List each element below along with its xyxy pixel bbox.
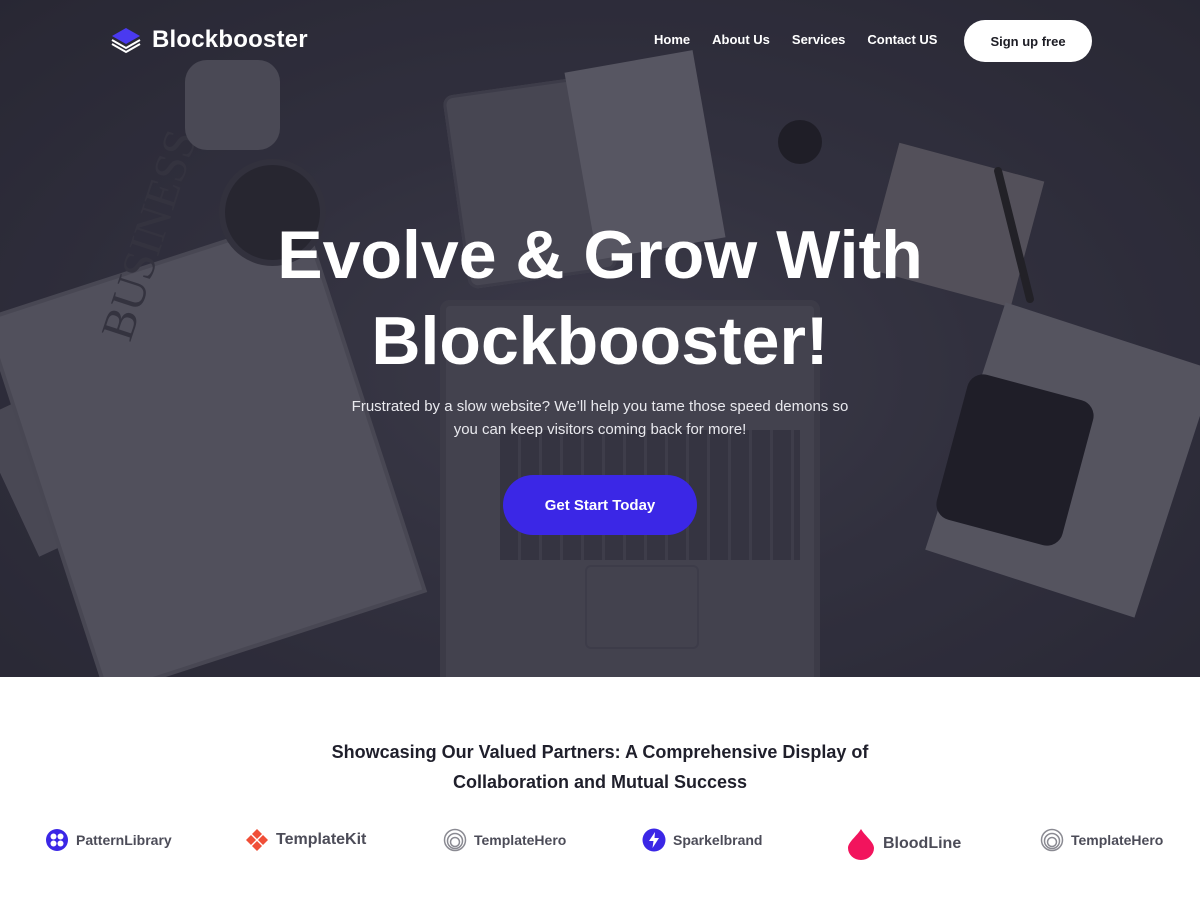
- hero-title: Evolve & Grow With Blockbooster!: [0, 212, 1200, 384]
- brand-logo[interactable]: Blockbooster: [110, 24, 308, 56]
- get-started-button[interactable]: Get Start Today: [503, 475, 697, 535]
- sparkel-bolt-icon: [642, 828, 666, 852]
- hero-title-line-1: Evolve & Grow With: [277, 217, 923, 293]
- template-kit-icon: [246, 829, 268, 851]
- hero-subtitle-line-2: you can keep visitors coming back for mo…: [453, 421, 747, 438]
- stacked-layers-logo-icon: [111, 28, 141, 54]
- partner-name: BloodLine: [883, 835, 962, 852]
- hero-subtitle: Frustrated by a slow website? We’ll help…: [300, 395, 900, 441]
- partner-name: TemplateKit: [276, 831, 367, 848]
- partner-logo-bloodline[interactable]: BloodLine: [846, 828, 961, 860]
- partners-heading: Showcasing Our Valued Partners: A Compre…: [300, 737, 900, 797]
- partner-name: TemplateHero: [474, 832, 567, 848]
- partner-logo-templatekit[interactable]: TemplateKit: [245, 828, 366, 852]
- blood-drop-icon: [848, 829, 874, 860]
- partner-name: Sparkelbrand: [673, 832, 763, 848]
- signup-button[interactable]: Sign up free: [964, 20, 1092, 62]
- partners-heading-line-2: Collaboration and Mutual Success: [452, 772, 748, 792]
- brand-name: Blockbooster: [152, 26, 308, 53]
- partner-name: TemplateHero: [1071, 832, 1164, 848]
- partner-logo-templatehero-2[interactable]: TemplateHero: [1040, 828, 1163, 852]
- partners-heading-line-1: Showcasing Our Valued Partners: A Compre…: [331, 742, 869, 762]
- partner-logo-templatehero[interactable]: TemplateHero: [443, 828, 566, 852]
- main-menu: Home About Us Services Contact US: [654, 32, 937, 47]
- template-hero-icon: [443, 828, 467, 852]
- nav-link-services[interactable]: Services: [792, 32, 846, 47]
- nav-link-about[interactable]: About Us: [712, 32, 770, 47]
- pattern-library-icon: [46, 829, 68, 851]
- hero-title-line-2: Blockbooster!: [371, 303, 829, 379]
- hero-section: BUSINESS Blockbooster Home About Us Serv…: [0, 0, 1200, 677]
- partner-logo-sparkelbrand[interactable]: Sparkelbrand: [642, 828, 762, 852]
- nav-link-home[interactable]: Home: [654, 32, 690, 47]
- top-navigation: Blockbooster Home About Us Services Cont…: [0, 0, 1200, 82]
- partner-logos: PatternLibrary TemplateKit TemplateHero …: [0, 828, 1200, 868]
- nav-link-contact[interactable]: Contact US: [867, 32, 937, 47]
- partner-name: PatternLibrary: [76, 832, 172, 848]
- partner-logo-patternlibrary[interactable]: PatternLibrary: [45, 828, 172, 852]
- hero-subtitle-line-1: Frustrated by a slow website? We’ll help…: [351, 398, 849, 415]
- template-hero-icon: [1040, 828, 1064, 852]
